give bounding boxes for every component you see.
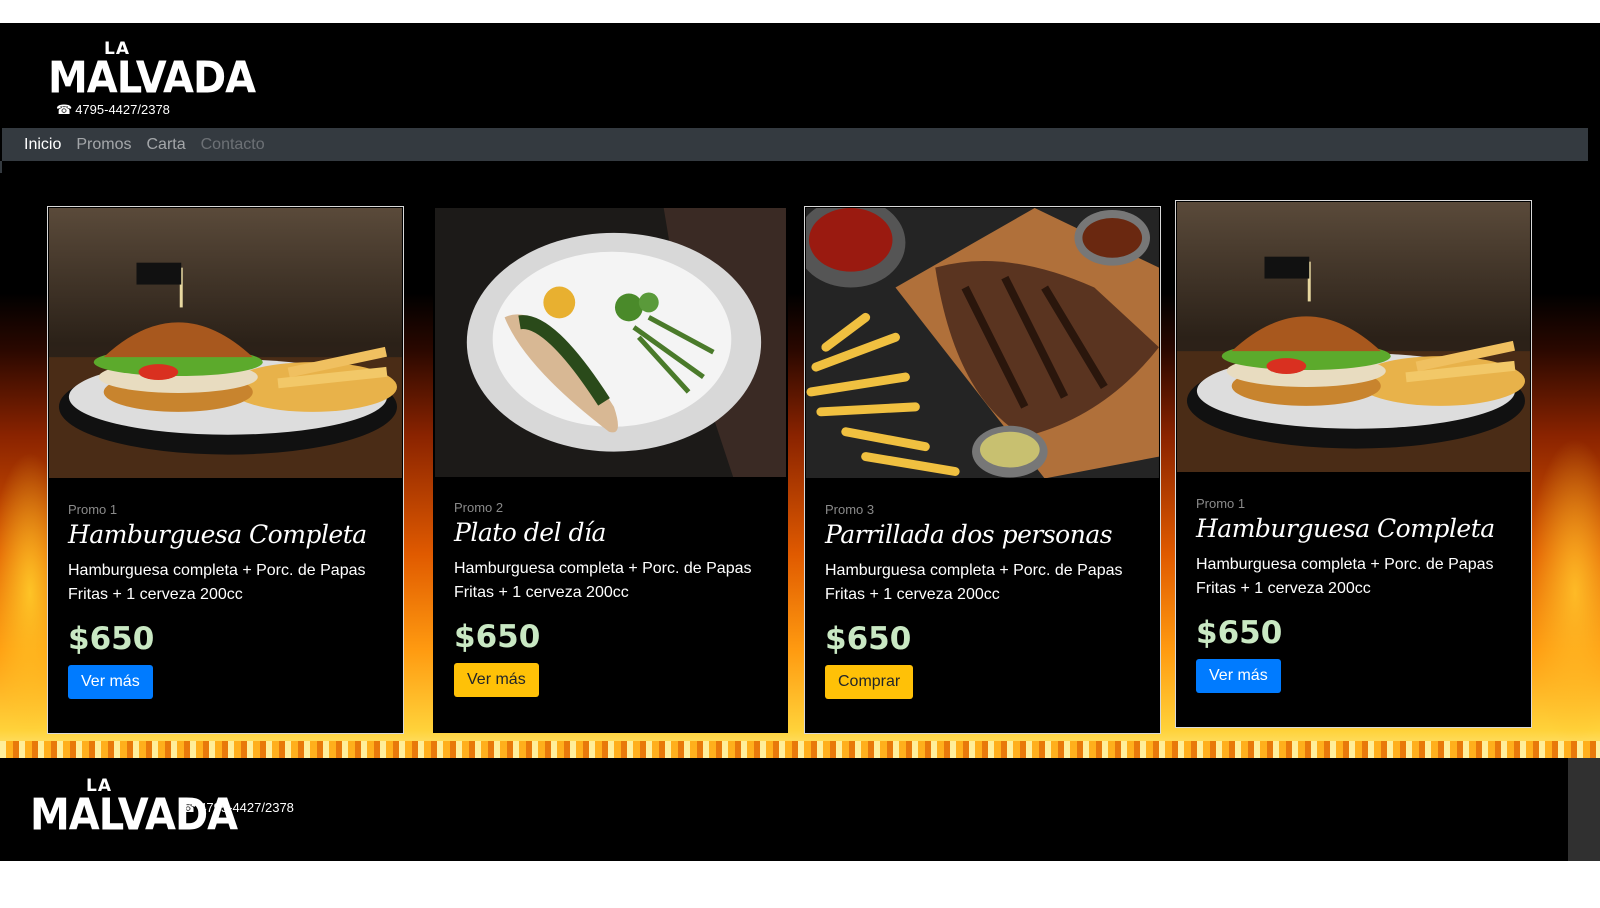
nav-edge (0, 161, 2, 173)
promo-label: Promo 3 (825, 502, 875, 517)
card-title: Hamburguesa Completa (1196, 514, 1495, 543)
card-title: Plato del día (454, 518, 606, 547)
phone-icon: ☎ (56, 102, 73, 117)
card-body: Promo 2 Plato del día Hamburguesa comple… (454, 500, 771, 697)
phone-icon: ☎ (180, 800, 197, 815)
promo-label: Promo 2 (454, 500, 504, 515)
card-price: $650 (825, 621, 912, 657)
brand-logo[interactable]: LA MALVADA (48, 41, 256, 104)
header-phone-number: 4795-4427/2378 (75, 102, 170, 117)
nav-item-carta[interactable]: Carta (146, 136, 185, 154)
nav-item-promos[interactable]: Promos (76, 136, 131, 154)
promo-label: Promo 1 (68, 502, 118, 517)
card-title: Hamburguesa Completa (68, 520, 367, 549)
site-footer: LA MALVADA ☎ 4795-4427/2378 (0, 758, 1600, 861)
burger-photo (49, 208, 402, 480)
burger-photo (1177, 202, 1530, 474)
ver-mas-button[interactable]: Ver más (1196, 659, 1281, 693)
promo-label: Promo 1 (1196, 496, 1246, 511)
promo-card: Promo 3 Parrillada dos personas Hamburgu… (804, 206, 1161, 734)
card-body: Promo 1 Hamburguesa Completa Hamburguesa… (1196, 496, 1515, 693)
footer-phone: ☎ 4795-4427/2378 (180, 800, 294, 816)
card-title: Parrillada dos personas (825, 520, 1113, 549)
page: LA MALVADA ☎ 4795-4427/2378 Inicio Promos… (0, 23, 1600, 861)
browser-top-margin (0, 0, 1600, 23)
promo-card: Promo 1 Hamburguesa Completa Hamburguesa… (1175, 200, 1532, 728)
grill-photo (806, 208, 1159, 480)
card-body: Promo 3 Parrillada dos personas Hamburgu… (825, 502, 1144, 699)
comprar-button[interactable]: Comprar (825, 665, 914, 699)
header-phone: ☎ 4795-4427/2378 (56, 102, 170, 118)
logo-big-text: MALVADA (48, 53, 256, 104)
card-body: Promo 1 Hamburguesa Completa Hamburguesa… (68, 502, 387, 699)
card-description: Hamburguesa completa + Porc. de Papas Fr… (1196, 556, 1494, 597)
nav-item-contacto: Contacto (200, 135, 265, 153)
card-price: $650 (1196, 615, 1283, 651)
ver-mas-button[interactable]: Ver más (454, 663, 539, 697)
promo-card: Promo 1 Hamburguesa Completa Hamburguesa… (47, 206, 404, 734)
main-nav: Inicio Promos Carta Contacto (2, 128, 1588, 161)
nav-item-inicio[interactable]: Inicio (24, 136, 61, 154)
card-description: Hamburguesa completa + Porc. de Papas Fr… (825, 562, 1123, 603)
site-header: LA MALVADA ☎ 4795-4427/2378 (0, 23, 1600, 130)
ver-mas-button[interactable]: Ver más (68, 665, 153, 699)
promo-card: Promo 2 Plato del día Hamburguesa comple… (433, 206, 788, 733)
fish-plate-photo (435, 208, 786, 479)
card-price: $650 (68, 621, 155, 657)
scrollbar[interactable] (1568, 758, 1600, 861)
footer-phone-number: 4795-4427/2378 (199, 800, 294, 815)
card-price: $650 (454, 619, 541, 655)
card-description: Hamburguesa completa + Porc. de Papas Fr… (68, 562, 366, 603)
card-description: Hamburguesa completa + Porc. de Papas Fr… (454, 560, 752, 601)
